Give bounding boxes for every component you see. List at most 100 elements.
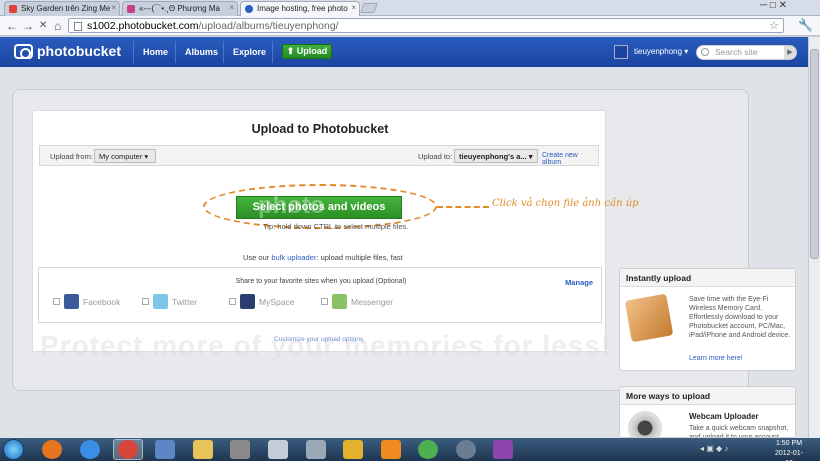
chrome-icon[interactable] xyxy=(118,440,138,459)
upload-to-select[interactable]: tieuyenphong's a... ▾ xyxy=(454,149,538,163)
customize-link[interactable]: Customize your upload options xyxy=(274,336,363,343)
new-tab-button[interactable] xyxy=(360,3,378,13)
home-icon[interactable]: ⌂ xyxy=(54,19,61,33)
internet-explorer-icon[interactable] xyxy=(80,440,100,459)
window-controls[interactable]: ─ □ ✕ xyxy=(760,0,787,11)
facebook-icon xyxy=(64,294,79,309)
close-icon[interactable]: × xyxy=(351,3,356,12)
share-label: Twitter xyxy=(172,297,198,307)
page-icon xyxy=(74,22,82,31)
share-myspace[interactable]: MySpace xyxy=(229,294,294,309)
search-input[interactable]: Search site ▶ xyxy=(696,45,797,60)
calculator-icon[interactable] xyxy=(268,440,288,459)
tab-title: «---(¯`•.¸Θ Phượng Ma xyxy=(139,4,220,13)
create-album-link[interactable]: Create new album xyxy=(542,152,598,166)
vertical-scrollbar[interactable] xyxy=(808,37,820,438)
manage-link[interactable]: Manage xyxy=(565,278,593,287)
panel-heading: More ways to upload xyxy=(620,387,795,405)
wrench-icon[interactable]: 🔧 xyxy=(798,18,813,32)
twitter-icon xyxy=(153,294,168,309)
bulk-uploader-link[interactable]: bulk uploader xyxy=(271,253,316,262)
tab-photobucket[interactable]: Image hosting, free photo × xyxy=(240,1,360,16)
phone-icon[interactable] xyxy=(306,440,326,459)
instantly-upload-panel: Instantly upload Save time with the Eye-… xyxy=(619,268,796,371)
multi-select-hint: Tip: hold down CTRL to select multiple f… xyxy=(263,222,409,231)
browser-tab-bar: Sky Garden trên Zing Me × «---(¯`•.¸Θ Ph… xyxy=(0,0,820,16)
nav-explore[interactable]: Explore xyxy=(233,47,266,57)
panel-heading: Instantly upload xyxy=(620,269,795,287)
start-button[interactable] xyxy=(3,439,24,460)
taskbar: ◂ ▣ ◆ ♪ 1:50 PM 2012-01-13 xyxy=(0,438,820,461)
nav-albums[interactable]: Albums xyxy=(185,47,218,57)
eyefi-description: Save time with the Eye-Fi Wireless Memor… xyxy=(689,296,791,339)
share-box: Share to your favorite sites when you up… xyxy=(38,267,602,323)
tab-title: Sky Garden trên Zing Me xyxy=(21,4,111,13)
address-bar[interactable]: s1002.photobucket.com/upload/albums/tieu… xyxy=(68,18,784,33)
tab-favicon-icon xyxy=(245,5,253,13)
yahoo-messenger-icon[interactable] xyxy=(493,440,513,459)
close-icon[interactable]: × xyxy=(229,3,234,12)
bulk-uploader-text: Use our bulk uploader: upload multiple f… xyxy=(243,253,403,262)
star-icon[interactable]: ☆ xyxy=(769,19,779,33)
upload-from-select[interactable]: My computer ▾ xyxy=(94,149,156,163)
system-clock[interactable]: 1:50 PM 2012-01-13 xyxy=(772,439,806,461)
stop-icon[interactable]: ✕ xyxy=(39,20,47,31)
app-icon[interactable] xyxy=(155,440,175,459)
share-messenger[interactable]: Messenger xyxy=(321,294,393,309)
media-icon[interactable] xyxy=(343,440,363,459)
tab-title: Image hosting, free photo xyxy=(257,4,348,13)
myspace-icon xyxy=(240,294,255,309)
messenger-icon xyxy=(332,294,347,309)
nav-divider xyxy=(175,41,176,63)
tray-icons[interactable]: ◂ ▣ ◆ ♪ xyxy=(700,444,728,453)
share-twitter[interactable]: Twitter xyxy=(142,294,197,309)
upload-options-bar: Upload from: My computer ▾ Upload to: ti… xyxy=(39,145,599,166)
page-title: Upload to Photobucket xyxy=(251,122,389,136)
camera-icon xyxy=(14,44,33,59)
search-go-button[interactable]: ▶ xyxy=(784,46,796,59)
close-icon[interactable]: × xyxy=(111,3,116,12)
callout-line xyxy=(437,206,489,208)
share-facebook[interactable]: Facebook xyxy=(53,294,120,309)
webcam-description: Take a quick webcam snapshot, and upload… xyxy=(689,425,789,438)
bulk-suffix: : upload multiple files, fast xyxy=(316,253,403,262)
network-icon[interactable] xyxy=(418,440,438,459)
share-text: Share to your favorite sites when you up… xyxy=(235,278,407,285)
header-upload-button[interactable]: ⬆ Upload xyxy=(282,44,332,59)
tab-phuong-ma[interactable]: «---(¯`•.¸Θ Phượng Ma × xyxy=(122,1,238,16)
user-menu[interactable]: tieuyenphong ▾ xyxy=(634,47,688,56)
tab-favicon-icon xyxy=(9,5,17,13)
watermark-text: Protect more of your memories for less! xyxy=(40,330,612,361)
tab-sky-garden[interactable]: Sky Garden trên Zing Me × xyxy=(4,1,120,16)
eyefi-card-image xyxy=(624,293,674,343)
nav-home[interactable]: Home xyxy=(143,47,168,57)
url-host: s1002.photobucket.com xyxy=(87,20,199,32)
vlc-icon[interactable] xyxy=(381,440,401,459)
bulk-prefix: Use our xyxy=(243,253,270,262)
checkbox[interactable] xyxy=(53,298,60,305)
tool-icon[interactable] xyxy=(230,440,250,459)
learn-more-link[interactable]: Learn more here! xyxy=(689,355,743,362)
avatar[interactable] xyxy=(614,45,628,59)
photobucket-logo[interactable]: photobucket xyxy=(14,43,121,59)
checkbox[interactable] xyxy=(321,298,328,305)
webcam-uploader-link[interactable]: Webcam Uploader xyxy=(689,412,759,421)
logo-text: photobucket xyxy=(37,43,121,59)
gear-icon[interactable] xyxy=(456,440,476,459)
browser-toolbar: ← → ✕ ⌂ s1002.photobucket.com/upload/alb… xyxy=(0,16,820,36)
nav-divider xyxy=(272,41,273,63)
webcam-icon xyxy=(628,411,662,437)
explorer-icon[interactable] xyxy=(193,440,213,459)
search-icon xyxy=(701,48,709,56)
forward-icon[interactable]: → xyxy=(22,19,34,33)
back-icon[interactable]: ← xyxy=(6,19,18,33)
search-placeholder: Search site xyxy=(715,47,758,57)
firefox-icon[interactable] xyxy=(42,440,62,459)
scrollbar-thumb[interactable] xyxy=(810,49,819,259)
nav-divider xyxy=(223,41,224,63)
checkbox[interactable] xyxy=(229,298,236,305)
share-label: Messenger xyxy=(351,297,394,307)
checkbox[interactable] xyxy=(142,298,149,305)
site-header: photobucket Home Albums Explore ⬆ Upload… xyxy=(0,37,808,67)
upload-from-label: Upload from: xyxy=(50,152,93,161)
